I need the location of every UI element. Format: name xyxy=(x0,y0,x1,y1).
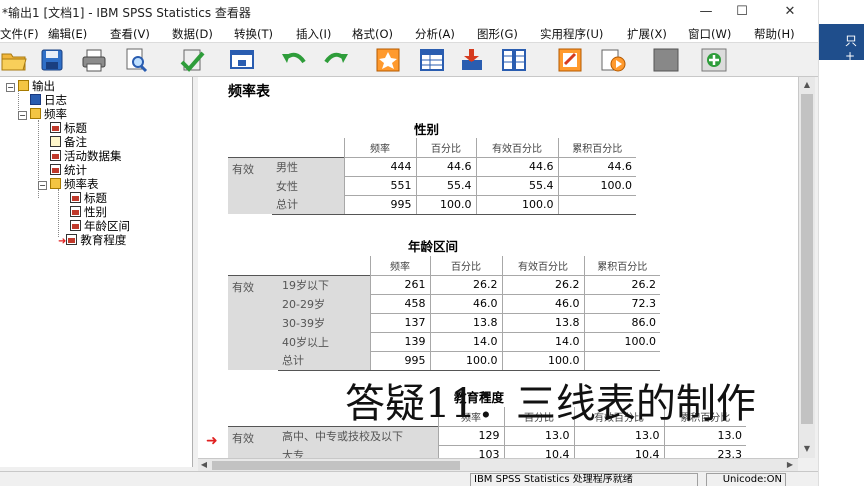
scroll-up-icon[interactable]: ▲ xyxy=(799,77,815,93)
menu-edit[interactable]: 编辑(E) xyxy=(48,26,87,42)
goto-case-icon[interactable] xyxy=(374,46,402,74)
designate-window-icon[interactable] xyxy=(556,46,584,74)
collapse-icon[interactable]: − xyxy=(6,83,15,92)
scroll-down-icon[interactable]: ▼ xyxy=(799,441,815,457)
folder-icon xyxy=(18,80,29,91)
frequency-table-gender[interactable]: 频率 百分比 有效百分比 累积百分比 有效 男性 444 44.6 44.6 4… xyxy=(228,138,636,215)
nav-item-title-2[interactable]: 标题 xyxy=(70,192,107,205)
table-row: 有效 19岁以下 261 26.2 26.2 26.2 xyxy=(228,274,660,370)
table-icon xyxy=(66,234,78,245)
vertical-scroll-thumb[interactable] xyxy=(801,94,813,424)
nav-item-title[interactable]: 标题 xyxy=(50,122,87,135)
section-heading: 频率表 xyxy=(228,84,270,100)
menu-utilities[interactable]: 实用程序(U) xyxy=(540,26,603,42)
collapse-icon[interactable]: − xyxy=(18,111,27,120)
toolbar xyxy=(0,43,818,77)
export-icon[interactable] xyxy=(178,46,206,74)
save-icon[interactable] xyxy=(38,46,66,74)
scroll-right-icon[interactable]: ▶ xyxy=(784,459,796,471)
menu-extensions[interactable]: 扩展(X) xyxy=(627,26,667,42)
table-row: 总计 995 100.0 100.0 xyxy=(228,351,660,371)
table-icon xyxy=(70,206,81,217)
scroll-left-icon[interactable]: ◀ xyxy=(198,459,210,471)
close-button[interactable]: ✕ xyxy=(772,2,808,22)
table-row: 总计 995 100.0 100.0 xyxy=(228,195,636,215)
horizontal-scrollbar[interactable]: ◀ ▶ xyxy=(198,458,798,471)
title-bar: *输出1 [文档1] - IBM SPSS Statistics 查看器 — ☐… xyxy=(0,0,818,24)
maximize-button[interactable]: ☐ xyxy=(724,2,760,22)
folder-icon xyxy=(30,108,41,119)
variables-icon[interactable] xyxy=(418,46,446,74)
horizontal-scroll-thumb[interactable] xyxy=(212,461,460,470)
notes-icon xyxy=(50,136,61,147)
table-icon xyxy=(70,220,81,231)
goto-data-icon[interactable] xyxy=(228,46,256,74)
undo-icon[interactable] xyxy=(280,46,308,74)
nav-item-age-range[interactable]: 年龄区间 xyxy=(70,220,130,233)
minimize-button[interactable]: — xyxy=(688,2,724,22)
status-bar: IBM SPSS Statistics 处理程序就绪 Unicode:ON xyxy=(0,471,818,486)
title-icon xyxy=(50,122,61,133)
run-script-icon[interactable] xyxy=(598,46,626,74)
table-row: 20-29岁 458 46.0 46.0 72.3 xyxy=(228,294,660,314)
current-item-arrow-icon: ➜ xyxy=(58,236,67,247)
open-icon[interactable] xyxy=(0,46,28,74)
unicode-status: Unicode:ON xyxy=(706,473,786,486)
title-icon xyxy=(70,192,81,203)
outline-pane: − 输出 日志 − 频率 标题 备注 活动数据集 统计 − 频率表 标题 性别 年龄区 xyxy=(0,77,193,467)
show-all-icon[interactable] xyxy=(700,46,728,74)
processor-status: IBM SPSS Statistics 处理程序就绪 xyxy=(470,473,698,486)
split-file-icon[interactable] xyxy=(500,46,528,74)
menu-view[interactable]: 查看(V) xyxy=(110,26,150,42)
table-row: 女性 551 55.4 55.4 100.0 xyxy=(228,176,636,196)
menu-help[interactable]: 帮助(H) xyxy=(754,26,795,42)
insert-table-icon[interactable] xyxy=(458,46,486,74)
menu-analyze[interactable]: 分析(A) xyxy=(415,26,455,42)
table-row: 40岁以上 139 14.0 14.0 100.0 xyxy=(228,332,660,352)
nav-item-output[interactable]: − 输出 xyxy=(6,80,55,93)
video-caption-overlay: 答疑11：三线表的制作 xyxy=(345,381,756,427)
select-last-output-icon[interactable] xyxy=(652,46,680,74)
table-icon xyxy=(50,150,61,161)
table-row: 有效 男性 444 44.6 44.6 44.6 xyxy=(228,156,636,214)
nav-item-education[interactable]: ➜ 教育程度 xyxy=(58,234,126,248)
frequency-table-age-range[interactable]: 频率 百分比 有效百分比 累积百分比 有效 19岁以下 261 26.2 26.… xyxy=(228,256,660,371)
window-title: *输出1 [文档1] - IBM SPSS Statistics 查看器 xyxy=(2,6,251,20)
log-icon xyxy=(30,94,41,105)
collapse-icon[interactable]: − xyxy=(38,181,47,190)
menu-insert[interactable]: 插入(I) xyxy=(296,26,331,42)
menu-file[interactable]: 文件(F) xyxy=(0,26,39,42)
selected-table-arrow-icon: ➜ xyxy=(206,433,218,449)
print-preview-icon[interactable] xyxy=(122,46,150,74)
background-window-text: 只 + xyxy=(845,34,858,63)
menu-window[interactable]: 窗口(W) xyxy=(688,26,731,42)
table-row: 30-39岁 137 13.8 13.8 86.0 xyxy=(228,313,660,333)
nav-item-gender[interactable]: 性别 xyxy=(70,206,107,219)
nav-item-frequencies[interactable]: − 频率 xyxy=(18,108,67,121)
table-row: 有效 高中、中专或技校及以下 129 13.0 13.0 13.0 xyxy=(228,425,746,458)
table-title-gender: 性别 xyxy=(414,122,440,137)
menu-data[interactable]: 数据(D) xyxy=(172,26,213,42)
vertical-scrollbar[interactable]: ▲ ▼ xyxy=(798,77,815,458)
nav-item-statistics[interactable]: 统计 xyxy=(50,164,87,177)
table-icon xyxy=(50,164,61,175)
nav-item-notes[interactable]: 备注 xyxy=(50,136,87,149)
nav-item-log[interactable]: 日志 xyxy=(30,94,67,107)
menu-transform[interactable]: 转换(T) xyxy=(234,26,273,42)
table-title-age-range: 年龄区间 xyxy=(408,239,459,254)
nav-item-active-dataset[interactable]: 活动数据集 xyxy=(50,150,122,163)
background-window-edge: 只 + xyxy=(818,0,864,486)
folder-icon xyxy=(50,178,61,189)
menu-graphs[interactable]: 图形(G) xyxy=(477,26,518,42)
table-row: 大专 103 10.4 10.4 23.3 xyxy=(228,445,746,458)
nav-item-frequency-table[interactable]: − 频率表 xyxy=(38,178,99,191)
menu-format[interactable]: 格式(O) xyxy=(352,26,393,42)
redo-icon[interactable] xyxy=(322,46,350,74)
menu-bar: 文件(F) 编辑(E) 查看(V) 数据(D) 转换(T) 插入(I) 格式(O… xyxy=(0,24,818,43)
print-icon[interactable] xyxy=(80,46,108,74)
